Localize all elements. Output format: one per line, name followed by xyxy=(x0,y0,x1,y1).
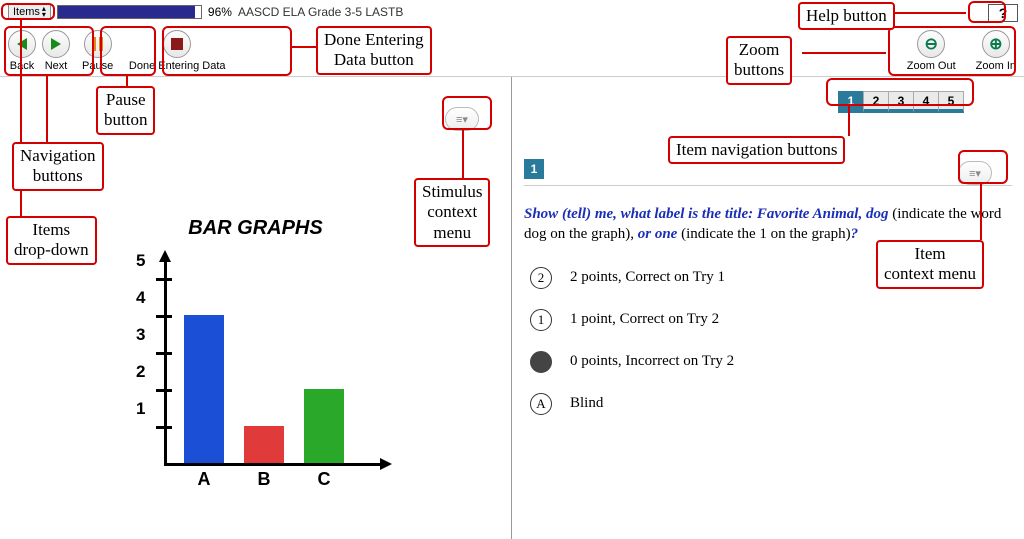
option-text: Blind xyxy=(570,395,603,412)
callout-item-ctx: Item context menu xyxy=(876,240,984,289)
callout-item-nav: Item navigation buttons xyxy=(668,136,845,164)
pause-group: Pause xyxy=(82,30,113,72)
callout-stim-ctx: Stimulus context menu xyxy=(414,178,490,247)
done-group: Done Entering Data xyxy=(125,30,229,72)
progress-bar xyxy=(57,5,202,19)
connector xyxy=(462,130,464,178)
connector xyxy=(848,106,850,136)
progress-percent: 96% xyxy=(208,5,232,19)
option-bullet: 2 xyxy=(530,267,552,289)
back-label: Back xyxy=(10,60,34,72)
pause-label: Pause xyxy=(82,60,113,72)
help-button[interactable]: ? xyxy=(988,4,1018,22)
nav-button-group: Back Next xyxy=(8,30,70,72)
y-tick xyxy=(156,352,172,355)
callout-pause: Pause button xyxy=(96,86,155,135)
option-text: 1 point, Correct on Try 2 xyxy=(570,311,719,328)
stimulus-context-menu-button[interactable]: ≡▾ xyxy=(445,107,479,131)
items-dropdown[interactable]: Items ▴▾ xyxy=(8,4,51,20)
y-tick xyxy=(156,389,172,392)
stop-icon xyxy=(171,38,183,50)
x-label: A xyxy=(198,469,211,490)
callout-nav: Navigation buttons xyxy=(12,142,104,191)
dropdown-arrows-icon: ▴▾ xyxy=(42,6,46,18)
arrow-right-icon xyxy=(51,38,61,50)
y-tick-label: 3 xyxy=(136,325,145,345)
item-tab-5[interactable]: 5 xyxy=(938,91,964,113)
zoom-in-icon: ⊕ xyxy=(989,34,1002,54)
zoom-out-button[interactable]: ⊖ Zoom Out xyxy=(907,30,956,72)
item-tab-3[interactable]: 3 xyxy=(888,91,914,113)
option-bullet-filled xyxy=(530,351,552,373)
back-button[interactable]: Back xyxy=(8,30,36,72)
zoom-in-label: Zoom In xyxy=(976,60,1016,72)
y-tick xyxy=(156,278,172,281)
connector xyxy=(802,52,886,54)
connector xyxy=(980,184,982,240)
prompt-segment: ? xyxy=(851,226,859,242)
question-prompt: Show (tell) me, what label is the title:… xyxy=(524,204,1012,245)
y-tick-label: 1 xyxy=(136,399,145,419)
x-label: C xyxy=(318,469,331,490)
zoom-button-group: ⊖ Zoom Out ⊕ Zoom In xyxy=(907,30,1016,72)
test-title: AASCD ELA Grade 3-5 LASTB xyxy=(238,5,403,19)
next-button[interactable]: Next xyxy=(42,30,70,72)
bar-graph: 1 2 3 4 5 A B C xyxy=(132,260,382,490)
item-tab-4[interactable]: 4 xyxy=(913,91,939,113)
answer-option[interactable]: A Blind xyxy=(530,393,1012,415)
callout-help: Help button xyxy=(798,2,895,30)
connector xyxy=(46,76,48,142)
progress-fill xyxy=(58,6,195,18)
prompt-segment: (indicate the 1 on the graph) xyxy=(677,226,850,242)
y-tick xyxy=(156,426,172,429)
bar-a xyxy=(184,315,224,463)
context-menu-icon: ≡▾ xyxy=(456,113,468,126)
zoom-out-icon: ⊖ xyxy=(924,34,937,54)
question-divider xyxy=(524,185,1012,186)
option-text: 2 points, Correct on Try 1 xyxy=(570,269,725,286)
connector xyxy=(894,12,966,14)
item-tab-1[interactable]: 1 xyxy=(838,91,864,113)
arrow-left-icon xyxy=(17,38,27,50)
zoom-in-button[interactable]: ⊕ Zoom In xyxy=(976,30,1016,72)
connector xyxy=(292,46,316,48)
option-bullet: 1 xyxy=(530,309,552,331)
y-tick xyxy=(156,315,172,318)
zoom-out-label: Zoom Out xyxy=(907,60,956,72)
option-bullet: A xyxy=(530,393,552,415)
x-axis xyxy=(164,463,382,466)
item-tab-2[interactable]: 2 xyxy=(863,91,889,113)
items-dropdown-label: Items xyxy=(13,6,40,18)
item-context-menu-button[interactable]: ≡▾ xyxy=(958,161,992,185)
y-axis xyxy=(164,260,167,466)
y-tick-label: 4 xyxy=(136,288,145,308)
done-label: Done Entering Data xyxy=(129,60,226,72)
answer-option[interactable]: 0 points, Incorrect on Try 2 xyxy=(530,351,1012,373)
question-number: 1 xyxy=(524,159,544,179)
callout-zoom: Zoom buttons xyxy=(726,36,792,85)
bar-c xyxy=(304,389,344,463)
option-text: 0 points, Incorrect on Try 2 xyxy=(570,353,734,370)
context-menu-icon: ≡▾ xyxy=(969,167,981,180)
help-icon: ? xyxy=(999,5,1008,21)
y-tick-label: 5 xyxy=(136,251,145,271)
prompt-segment: Show (tell) me, what label is the title:… xyxy=(524,206,888,222)
prompt-segment: or one xyxy=(638,226,678,242)
item-nav-tabs: 1 2 3 4 5 xyxy=(839,91,964,113)
bar-b xyxy=(244,426,284,463)
callout-items-dd: Items drop-down xyxy=(6,216,97,265)
answer-option[interactable]: 1 1 point, Correct on Try 2 xyxy=(530,309,1012,331)
done-entering-data-button[interactable]: Done Entering Data xyxy=(125,30,229,72)
callout-done: Done Entering Data button xyxy=(316,26,432,75)
next-label: Next xyxy=(45,60,68,72)
pause-button[interactable]: Pause xyxy=(82,30,113,72)
x-label: B xyxy=(258,469,271,490)
y-tick-label: 2 xyxy=(136,362,145,382)
pause-icon xyxy=(92,37,103,51)
